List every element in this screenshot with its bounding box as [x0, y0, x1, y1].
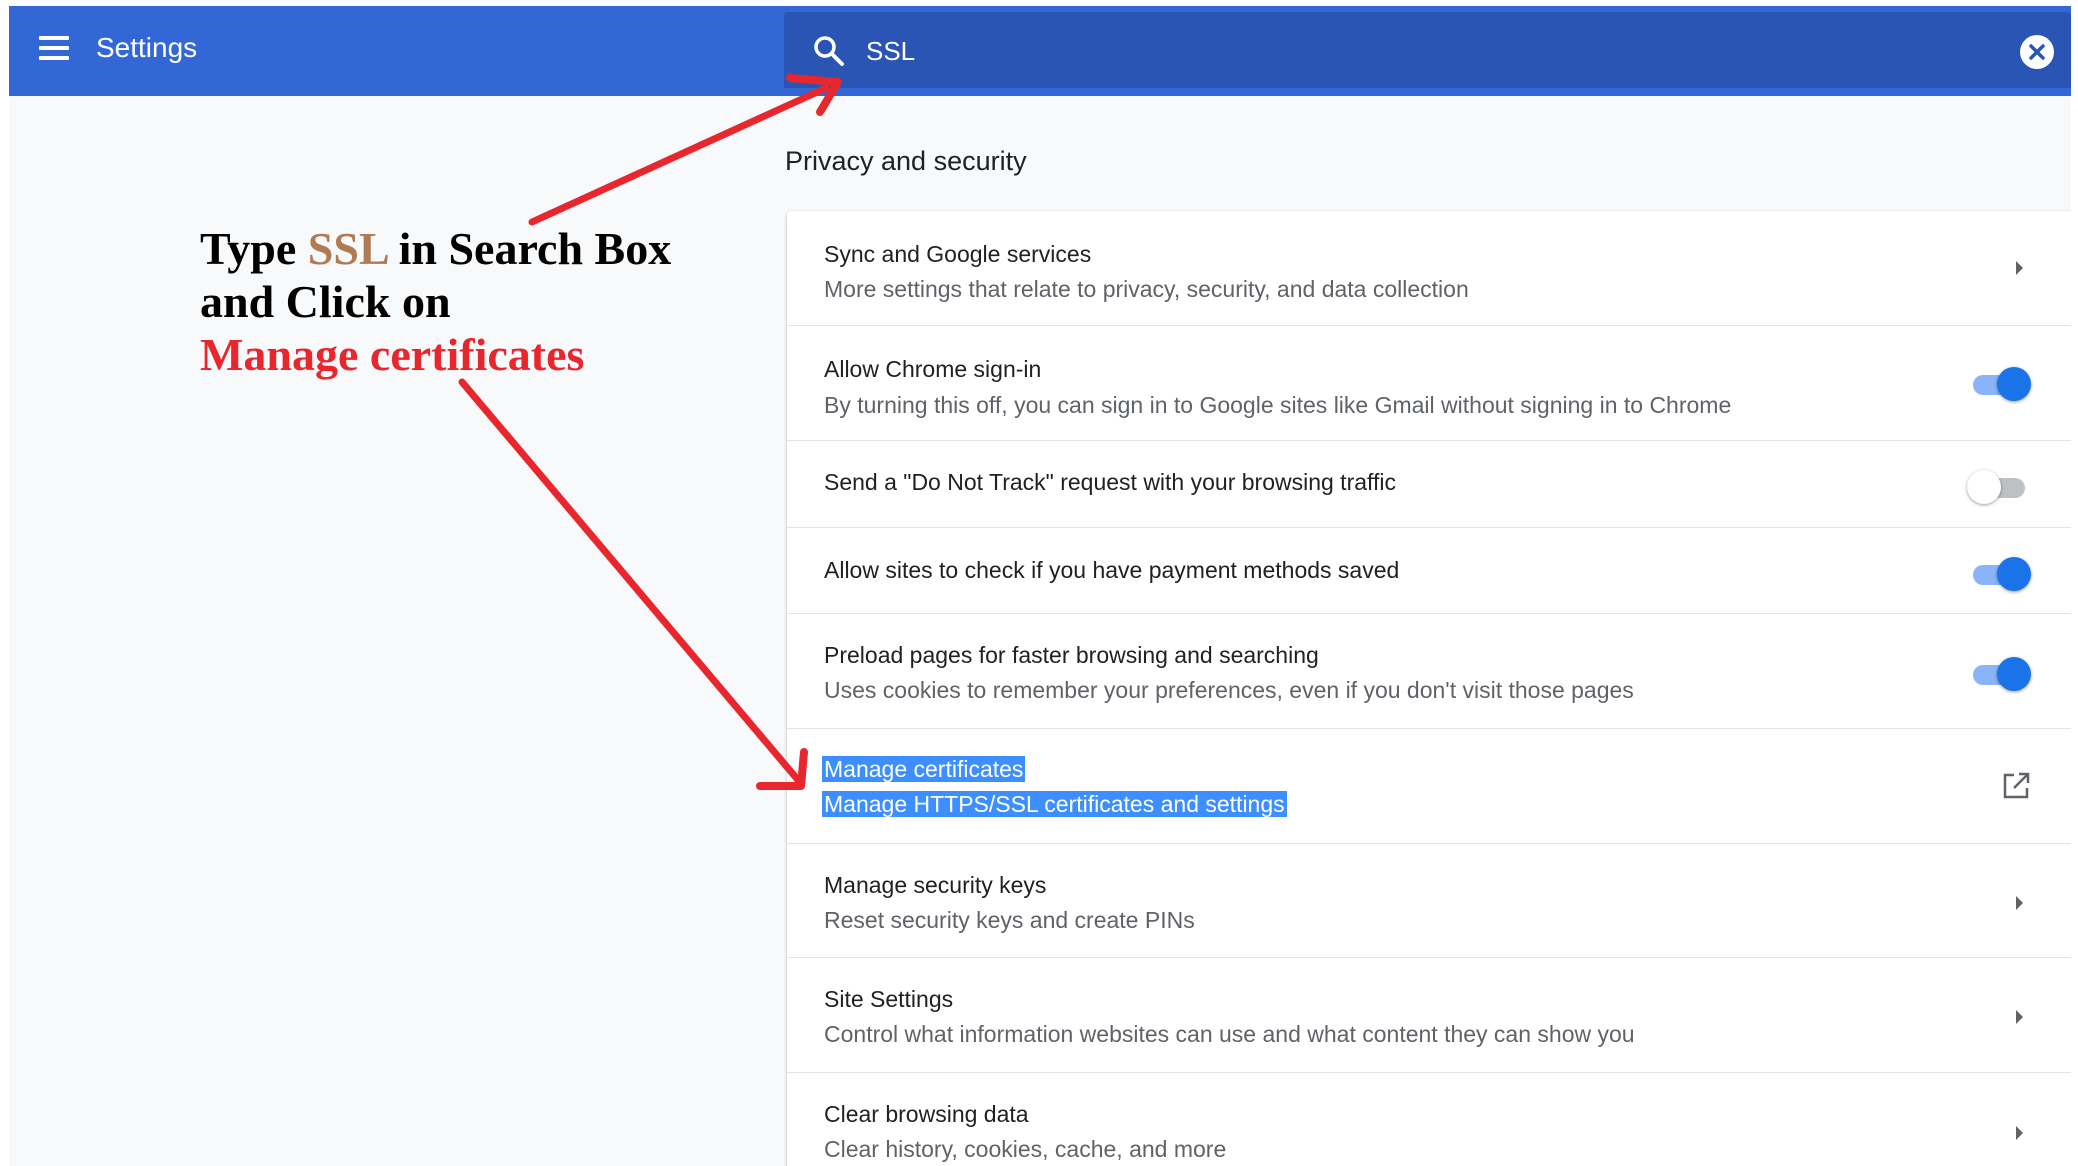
annotation-ssl: SSL — [307, 223, 388, 274]
row-clear-browsing-data[interactable]: Clear browsing data Clear history, cooki… — [787, 1072, 2071, 1166]
row-subtitle: By turning this off, you can sign in to … — [824, 392, 1732, 418]
privacy-settings-card: Sync and Google services More settings t… — [787, 211, 2071, 1166]
row-manage-certificates[interactable]: Manage certificates Manage HTTPS/SSL cer… — [787, 728, 2071, 844]
row-do-not-track[interactable]: Send a "Do Not Track" request with your … — [787, 440, 2071, 528]
chevron-right-icon — [2016, 896, 2023, 910]
row-preload-pages[interactable]: Preload pages for faster browsing and se… — [787, 613, 2071, 729]
annotation-text: Type — [200, 223, 308, 274]
row-title: Manage certificates — [822, 756, 1026, 783]
row-subtitle: Control what information websites can us… — [824, 1021, 1635, 1047]
annotation-line-2: and Click on — [200, 276, 451, 327]
tutorial-annotation: Type SSL in Search Box and Click on Mana… — [200, 222, 671, 381]
row-allow-chrome-signin[interactable]: Allow Chrome sign-in By turning this off… — [787, 325, 2071, 441]
search-icon — [814, 36, 844, 66]
row-subtitle: More settings that relate to privacy, se… — [824, 276, 1469, 302]
search-input[interactable] — [864, 30, 1968, 72]
external-link-icon[interactable] — [1999, 769, 2033, 803]
row-title: Preload pages for faster browsing and se… — [824, 642, 1319, 668]
chevron-right-icon — [2016, 1126, 2023, 1140]
payment-methods-toggle[interactable] — [1967, 552, 2031, 592]
row-title: Site Settings — [824, 986, 954, 1012]
chevron-right-icon — [2016, 261, 2023, 275]
row-subtitle: Uses cookies to remember your preference… — [824, 677, 1634, 703]
row-title: Clear browsing data — [824, 1101, 1029, 1127]
row-manage-security-keys[interactable]: Manage security keys Reset security keys… — [787, 843, 2071, 958]
clear-search-icon[interactable] — [2020, 35, 2054, 69]
row-subtitle: Clear history, cookies, cache, and more — [824, 1136, 1227, 1162]
highlighted-title: Manage certificates — [822, 756, 1026, 782]
row-title: Send a "Do Not Track" request with your … — [824, 469, 1396, 495]
hamburger-menu-icon[interactable] — [39, 34, 73, 64]
row-title: Manage security keys — [824, 872, 1047, 898]
row-payment-methods[interactable]: Allow sites to check if you have payment… — [787, 527, 2071, 614]
row-subtitle: Reset security keys and create PINs — [824, 907, 1195, 933]
row-subtitle: Manage HTTPS/SSL certificates and settin… — [822, 791, 1287, 818]
settings-toolbar: Settings — [9, 6, 2071, 96]
section-title-privacy: Privacy and security — [785, 146, 1027, 176]
search-box[interactable] — [784, 12, 2071, 88]
do-not-track-toggle[interactable] — [1967, 465, 2031, 505]
close-icon — [2029, 44, 2045, 60]
highlighted-subtitle: Manage HTTPS/SSL certificates and settin… — [822, 791, 1287, 817]
chevron-right-icon — [2016, 1010, 2023, 1024]
preload-pages-toggle[interactable] — [1967, 652, 2031, 692]
row-title: Allow sites to check if you have payment… — [824, 557, 1400, 583]
annotation-line-1: Type SSL in Search Box — [200, 222, 671, 275]
annotation-line-3: Manage certificates — [200, 329, 585, 380]
row-site-settings[interactable]: Site Settings Control what information w… — [787, 957, 2071, 1073]
row-sync-google-services[interactable]: Sync and Google services More settings t… — [787, 211, 2071, 325]
allow-signin-toggle[interactable] — [1967, 362, 2031, 402]
row-title: Allow Chrome sign-in — [824, 356, 1042, 382]
annotation-text: in Search Box — [387, 223, 672, 274]
row-title: Sync and Google services — [824, 241, 1092, 267]
app-title: Settings — [96, 32, 198, 63]
settings-page: Settings Privacy and security Sync and G… — [9, 6, 2071, 1166]
